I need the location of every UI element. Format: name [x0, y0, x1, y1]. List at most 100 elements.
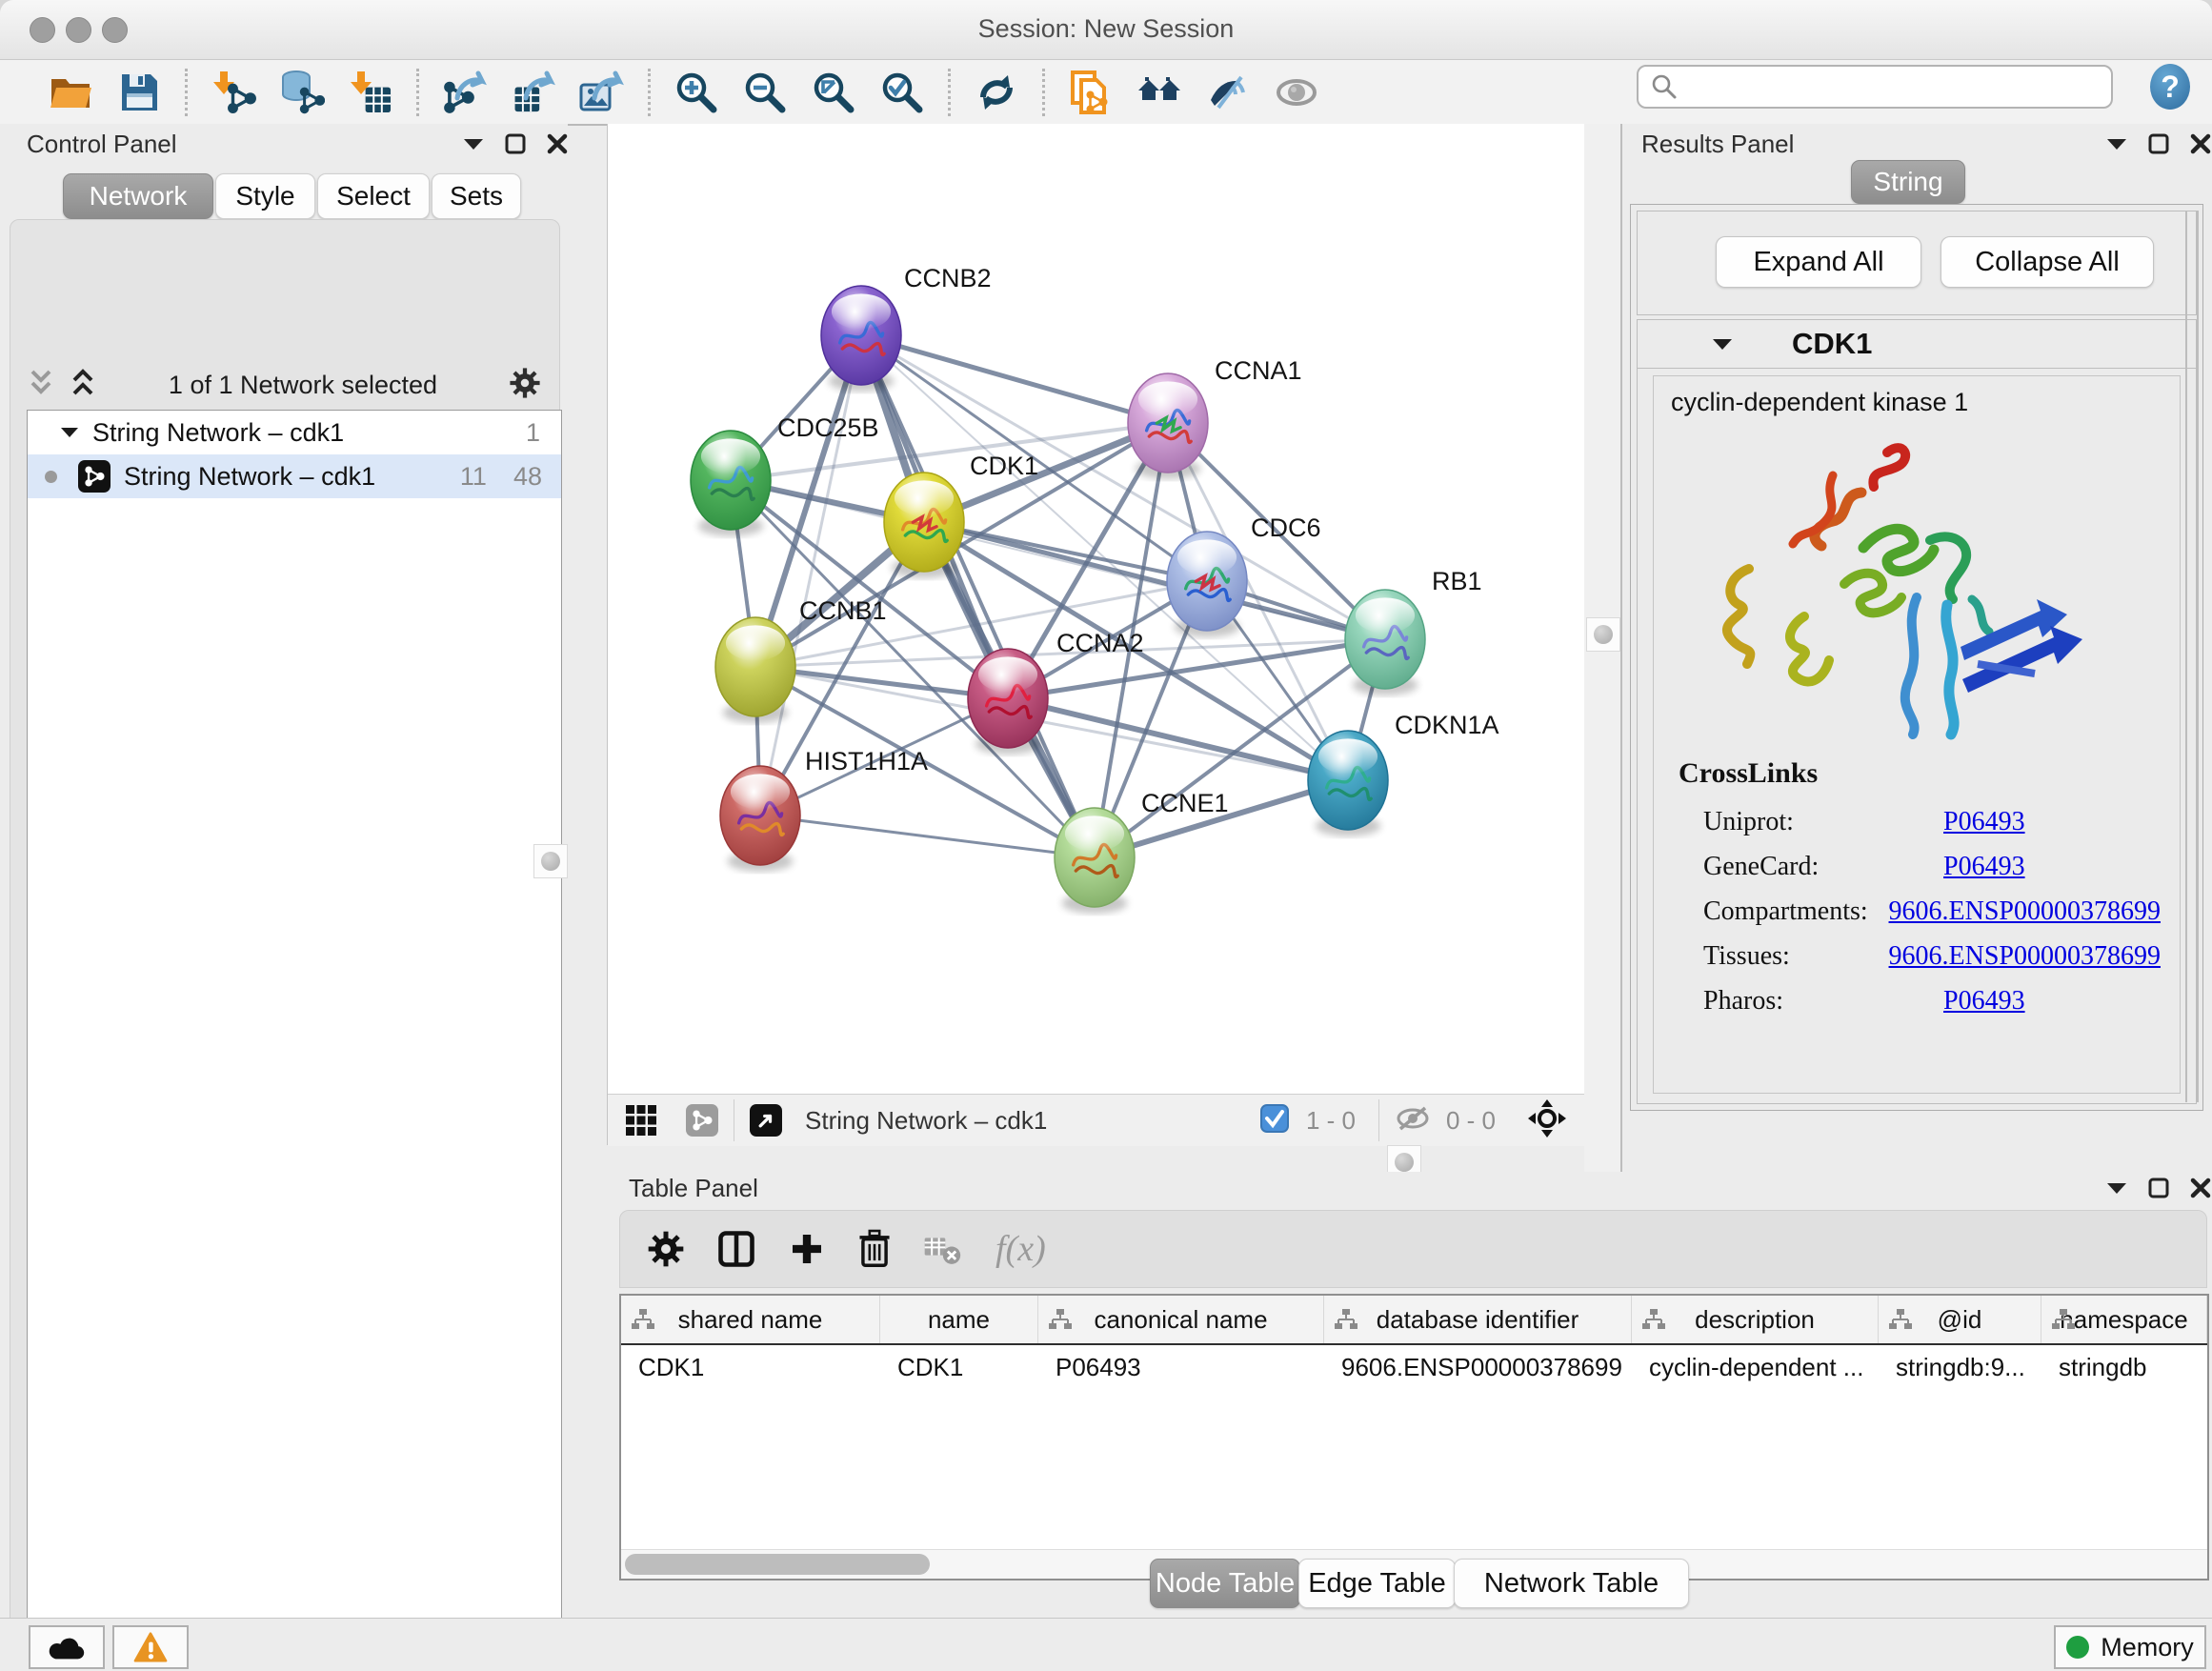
table-cell[interactable]: cyclin-dependent ...: [1632, 1345, 1879, 1389]
network-options-gear-icon[interactable]: [509, 367, 541, 404]
crosslink-link[interactable]: 9606.ENSP00000378699: [1889, 896, 2161, 940]
network-node-CCNB2[interactable]: [821, 286, 901, 385]
import-network-icon[interactable]: [209, 68, 258, 117]
collection-expand-icon[interactable]: [60, 426, 79, 439]
grid-view-icon[interactable]: [625, 1104, 657, 1137]
tab-select[interactable]: Select: [317, 173, 430, 219]
collapse-all-icon[interactable]: [27, 368, 55, 403]
show-hide-panel-icon[interactable]: [1203, 68, 1253, 117]
fit-content-crosshair-icon[interactable]: [1528, 1099, 1566, 1142]
tab-network[interactable]: Network: [63, 173, 213, 219]
network-node-CDKN1A[interactable]: [1308, 731, 1388, 830]
column-header-canonical-name[interactable]: canonical name: [1038, 1296, 1324, 1343]
panel-float-icon[interactable]: [2148, 1178, 2169, 1203]
node-table[interactable]: shared namenamecanonical namedatabase id…: [619, 1294, 2209, 1580]
column-header-description[interactable]: description: [1632, 1296, 1879, 1343]
column-header-id[interactable]: @id: [1879, 1296, 2041, 1343]
panel-close-icon[interactable]: [2190, 1178, 2211, 1203]
column-header-namespace[interactable]: namespace: [2041, 1296, 2207, 1343]
panel-close-icon[interactable]: [547, 133, 568, 159]
warnings-button[interactable]: [112, 1625, 189, 1669]
table-cell[interactable]: CDK1: [880, 1345, 1038, 1389]
table-scroll-thumb[interactable]: [625, 1554, 930, 1575]
expand-all-icon[interactable]: [69, 368, 97, 403]
show-columns-icon[interactable]: [715, 1228, 757, 1270]
tab-node-table[interactable]: Node Table: [1150, 1559, 1300, 1608]
table-cell[interactable]: stringdb:9...: [1879, 1345, 2041, 1389]
help-button[interactable]: ?: [2145, 62, 2195, 111]
left-splitter-handle[interactable]: [533, 844, 568, 878]
network-node-RB1[interactable]: [1345, 590, 1425, 689]
tab-sets[interactable]: Sets: [432, 173, 521, 219]
column-header-name[interactable]: name: [880, 1296, 1038, 1343]
network-node-CDK1[interactable]: [884, 473, 964, 572]
right-splitter-handle[interactable]: [1586, 617, 1620, 652]
tab-network-table[interactable]: Network Table: [1454, 1559, 1689, 1608]
collapse-all-button[interactable]: Collapse All: [1941, 236, 2154, 288]
network-node-CCNA1[interactable]: [1128, 373, 1208, 473]
gene-section-header[interactable]: CDK1: [1638, 320, 2196, 369]
first-neighbors-icon[interactable]: [1135, 68, 1184, 117]
tab-style[interactable]: Style: [215, 173, 315, 219]
network-canvas[interactable]: CCNB2CCNA1CDC25BCDK1CDC6RB1CCNB1CCNA2CDK…: [608, 124, 1585, 1094]
network-node-HIST1H1A[interactable]: [720, 766, 800, 865]
network-edge[interactable]: [760, 335, 861, 815]
selected-checkbox-icon[interactable]: [1260, 1104, 1289, 1137]
network-edge[interactable]: [861, 335, 1168, 423]
crosslink-link[interactable]: P06493: [1943, 986, 2025, 1030]
network-node-CDC25B[interactable]: [691, 431, 771, 530]
network-node-CCNA2[interactable]: [968, 649, 1048, 748]
network-row-selected[interactable]: String Network – cdk1 11 48: [28, 454, 561, 498]
tab-edge-table[interactable]: Edge Table: [1298, 1559, 1456, 1608]
export-network-icon[interactable]: [440, 68, 490, 117]
table-cell[interactable]: P06493: [1038, 1345, 1324, 1389]
export-image-icon[interactable]: [577, 68, 627, 117]
create-column-icon[interactable]: [788, 1230, 826, 1268]
expand-all-button[interactable]: Expand All: [1716, 236, 1921, 288]
table-cell[interactable]: 9606.ENSP00000378699: [1324, 1345, 1632, 1389]
table-cell[interactable]: stringdb: [2041, 1345, 2207, 1389]
network-edge[interactable]: [760, 815, 1095, 857]
panel-menu-icon[interactable]: [2106, 137, 2127, 155]
gene-collapse-icon[interactable]: [1712, 337, 1733, 351]
column-header-shared-name[interactable]: shared name: [621, 1296, 880, 1343]
panel-menu-icon[interactable]: [2106, 1181, 2127, 1199]
panel-close-icon[interactable]: [2190, 133, 2211, 159]
import-table-icon[interactable]: [346, 68, 395, 117]
results-scrollbar[interactable]: [2185, 211, 2199, 1102]
search-input[interactable]: [1684, 70, 2111, 104]
clone-network-icon[interactable]: [1066, 68, 1116, 117]
memory-button[interactable]: Memory: [2054, 1625, 2206, 1669]
network-node-CDC6[interactable]: [1167, 532, 1247, 631]
tab-string[interactable]: String: [1851, 160, 1965, 204]
network-view[interactable]: CCNB2CCNA1CDC25BCDK1CDC6RB1CCNB1CCNA2CDK…: [607, 124, 1585, 1145]
import-database-icon[interactable]: [277, 68, 327, 117]
zoom-out-icon[interactable]: [740, 68, 790, 117]
open-session-icon[interactable]: [46, 68, 95, 117]
crosslink-link[interactable]: 9606.ENSP00000378699: [1889, 941, 2161, 985]
column-header-database-identifier[interactable]: database identifier: [1324, 1296, 1632, 1343]
table-settings-gear-icon[interactable]: [647, 1230, 685, 1268]
delete-column-icon[interactable]: [856, 1229, 893, 1269]
network-node-CCNB1[interactable]: [715, 617, 795, 716]
network-share-icon[interactable]: [686, 1104, 718, 1137]
table-row[interactable]: CDK1CDK1P064939606.ENSP00000378699cyclin…: [621, 1345, 2207, 1389]
crosslink-link[interactable]: P06493: [1943, 807, 2025, 851]
network-edge[interactable]: [861, 335, 1095, 857]
panel-menu-icon[interactable]: [463, 137, 484, 155]
export-table-icon[interactable]: [509, 68, 558, 117]
network-collection-row[interactable]: String Network – cdk1 1: [28, 411, 561, 454]
network-node-CCNE1[interactable]: [1055, 808, 1135, 907]
cloud-button[interactable]: [29, 1625, 105, 1669]
panel-float-icon[interactable]: [2148, 133, 2169, 159]
zoom-selected-icon[interactable]: [877, 68, 927, 117]
panel-float-icon[interactable]: [505, 133, 526, 159]
zoom-fit-icon[interactable]: [809, 68, 858, 117]
birds-eye-view-icon[interactable]: [750, 1104, 782, 1137]
zoom-in-icon[interactable]: [672, 68, 721, 117]
save-session-icon[interactable]: [114, 68, 164, 117]
refresh-icon[interactable]: [972, 68, 1021, 117]
vertical-splitter[interactable]: [1584, 124, 1620, 1172]
table-cell[interactable]: CDK1: [621, 1345, 880, 1389]
crosslink-link[interactable]: P06493: [1943, 852, 2025, 896]
